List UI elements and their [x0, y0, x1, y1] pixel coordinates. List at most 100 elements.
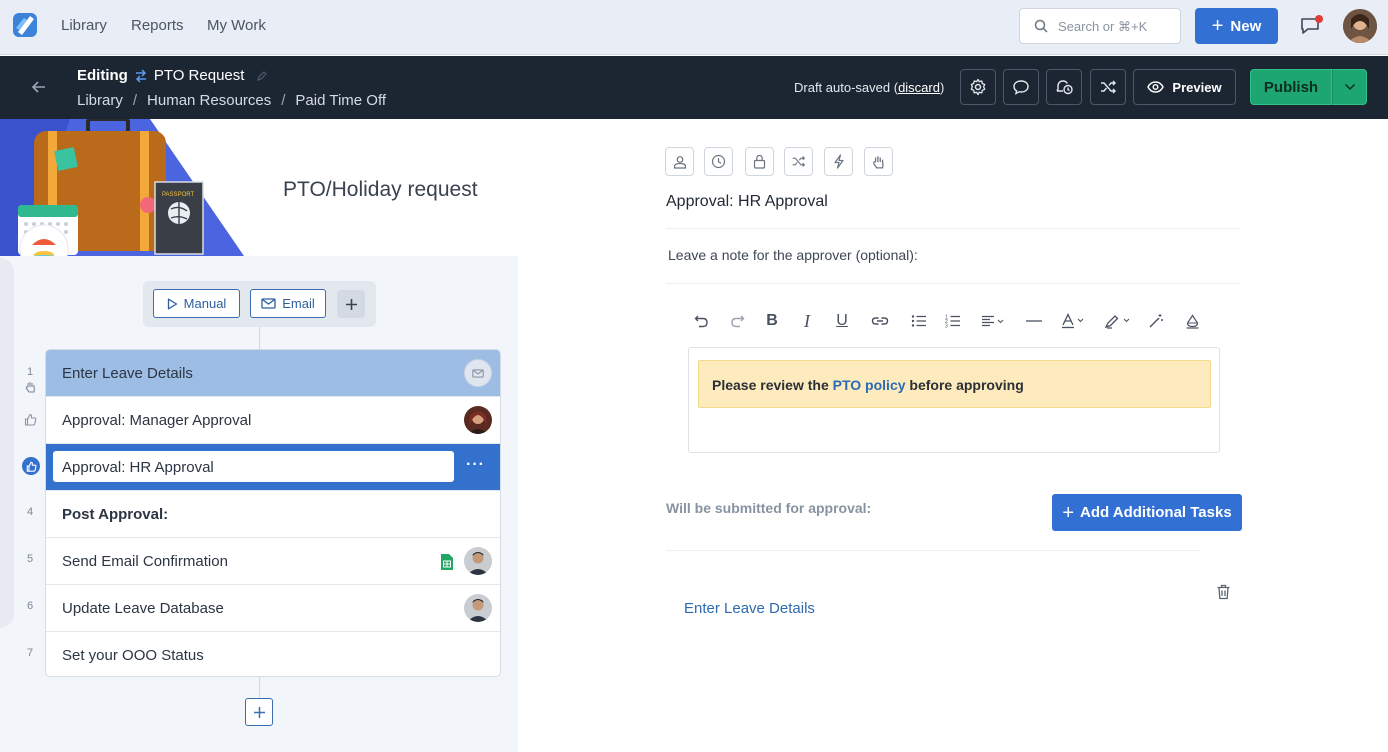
nav-library-link[interactable]: Library	[61, 17, 107, 34]
step-number: 6	[27, 600, 34, 612]
breadcrumb-human-resources[interactable]: Human Resources	[147, 92, 271, 109]
submitted-for-approval-label: Will be submitted for approval:	[666, 500, 872, 516]
assignee-avatar[interactable]	[464, 406, 492, 434]
back-arrow-icon[interactable]	[30, 78, 48, 96]
callout-prefix-text: Please review the	[712, 377, 833, 393]
settings-button[interactable]	[960, 69, 996, 105]
search-icon	[1034, 19, 1048, 33]
email-assignee-badge[interactable]	[464, 359, 492, 387]
numbered-list-button[interactable]: 123	[944, 312, 962, 330]
step-post-approval-heading[interactable]: Post Approval:	[46, 491, 500, 538]
undo-button[interactable]	[692, 312, 710, 330]
step-set-ooo-status[interactable]: Set your OOO Status	[46, 632, 500, 676]
text-color-dropdown-button[interactable]	[1060, 312, 1088, 330]
breadcrumb-separator: /	[281, 92, 286, 109]
assignee-avatar[interactable]	[464, 547, 492, 575]
step-more-button[interactable]: ···	[466, 456, 485, 474]
underline-icon[interactable]: U	[834, 312, 850, 330]
highlighter-icon	[1104, 315, 1130, 329]
new-button[interactable]: + New	[1195, 8, 1278, 44]
step-label: Approval: HR Approval	[62, 459, 214, 476]
align-dropdown-button[interactable]	[980, 312, 1006, 330]
nav-my-work-link[interactable]: My Work	[207, 17, 266, 34]
workflow-icon	[135, 68, 146, 83]
conditional-logic-button[interactable]	[784, 147, 813, 176]
shuffle-icon	[792, 156, 806, 167]
template-title[interactable]: PTO Request	[154, 67, 245, 84]
publish-dropdown-button[interactable]	[1332, 69, 1367, 105]
search-input[interactable]	[1058, 9, 1176, 43]
lightning-icon	[833, 154, 844, 169]
assignee-avatar-icon	[464, 406, 492, 434]
nav-reports-link[interactable]: Reports	[131, 17, 184, 34]
connector-line	[259, 677, 260, 698]
callout-suffix-text: before approving	[905, 377, 1024, 393]
italic-icon[interactable]: I	[800, 311, 814, 331]
horizontal-rule-icon	[1026, 320, 1042, 322]
svg-text:3: 3	[945, 324, 948, 329]
email-trigger-button[interactable]: Email	[250, 289, 326, 318]
step-update-leave-database[interactable]: Update Leave Database	[46, 585, 500, 632]
lock-icon	[753, 154, 766, 169]
bullet-list-button[interactable]	[910, 312, 928, 330]
add-trigger-button[interactable]	[337, 290, 365, 318]
approval-step-title[interactable]: Approval: HR Approval	[666, 193, 828, 211]
fill-button[interactable]	[1184, 312, 1200, 330]
user-avatar[interactable]	[1343, 9, 1377, 43]
add-step-button[interactable]	[245, 698, 273, 726]
link-button[interactable]	[870, 312, 890, 330]
step-send-email-confirmation[interactable]: Send Email Confirmation	[46, 538, 500, 585]
due-date-setting-button[interactable]	[704, 147, 733, 176]
step-number: 7	[27, 647, 34, 659]
automation-button[interactable]	[824, 147, 853, 176]
step-title-input[interactable]: Approval: HR Approval	[53, 451, 454, 482]
stop-task-button[interactable]	[864, 147, 893, 176]
edit-pencil-icon[interactable]	[256, 70, 268, 82]
highlight-dropdown-button[interactable]	[1103, 312, 1133, 330]
text-color-icon	[1062, 313, 1084, 329]
spreadsheet-icon	[441, 554, 453, 570]
breadcrumb-paid-time-off[interactable]: Paid Time Off	[295, 92, 386, 109]
assignee-avatar-icon	[464, 547, 492, 575]
horizontal-rule-button[interactable]	[1026, 312, 1042, 330]
top-nav: Library Reports My Work + New	[0, 0, 1388, 55]
step-enter-leave-details[interactable]: Enter Leave Details	[46, 350, 500, 397]
approval-task-link[interactable]: Enter Leave Details	[684, 600, 815, 617]
clock-icon	[711, 154, 726, 169]
step-label: Update Leave Database	[62, 600, 224, 617]
step-hr-approval[interactable]: Approval: HR Approval ···	[46, 444, 500, 491]
discard-link[interactable]: discard	[898, 80, 940, 95]
search-box[interactable]	[1019, 8, 1181, 44]
publish-button[interactable]: Publish	[1250, 69, 1332, 105]
bold-icon[interactable]: B	[764, 312, 780, 330]
template-hero-title[interactable]: PTO/Holiday request	[283, 178, 478, 202]
manual-trigger-button[interactable]: Manual	[153, 289, 240, 318]
comments-button[interactable]	[1003, 69, 1039, 105]
shuffle-button[interactable]	[1090, 69, 1126, 105]
permissions-setting-button[interactable]	[745, 147, 774, 176]
divider	[666, 550, 1200, 551]
history-button[interactable]	[1046, 69, 1082, 105]
trash-icon[interactable]	[1216, 584, 1231, 600]
breadcrumb: Library / Human Resources / Paid Time Of…	[77, 92, 386, 109]
note-callout[interactable]: Please review the PTO policy before appr…	[698, 360, 1211, 408]
redo-button[interactable]	[728, 312, 746, 330]
undo-icon	[694, 315, 708, 328]
chevron-down-icon	[1344, 83, 1355, 91]
editor-bar: Editing PTO Request Library / Human Reso…	[0, 56, 1388, 119]
add-additional-tasks-button[interactable]: + Add Additional Tasks	[1052, 494, 1242, 531]
person-icon	[673, 155, 686, 169]
assignee-setting-button[interactable]	[665, 147, 694, 176]
app-logo-icon[interactable]	[10, 10, 40, 40]
assignee-avatar[interactable]	[464, 594, 492, 622]
link-icon	[871, 317, 889, 325]
manual-trigger-label: Manual	[183, 296, 227, 311]
pto-policy-link[interactable]: PTO policy	[833, 377, 906, 393]
draft-status-text: Draft auto-saved	[794, 80, 891, 95]
step-label: Send Email Confirmation	[62, 553, 228, 570]
breadcrumb-library[interactable]: Library	[77, 92, 123, 109]
preview-button[interactable]: Preview	[1133, 69, 1236, 105]
step-manager-approval[interactable]: Approval: Manager Approval	[46, 397, 500, 444]
clear-format-button[interactable]	[1148, 312, 1164, 330]
approver-note-editor[interactable]: Please review the PTO policy before appr…	[688, 347, 1220, 453]
